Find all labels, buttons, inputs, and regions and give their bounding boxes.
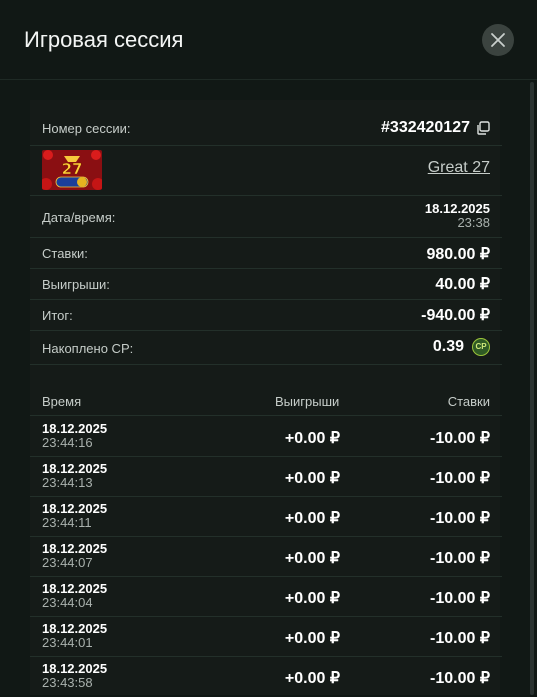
svg-text:27: 27 [62, 160, 83, 178]
table-row: 18.12.2025 23:44:07 +0.00 ₽ -10.00 ₽ [30, 537, 502, 577]
row-win: +0.00 ₽ [284, 550, 340, 567]
game-name-link[interactable]: Great 27 [428, 159, 490, 177]
session-card: Номер сессии: #332420127 27 Great 27 Дат… [30, 100, 502, 697]
cp-value-wrap: 0.39 CP [433, 338, 490, 356]
row-time: 23:44:04 [42, 595, 93, 610]
total-value: -940.00 ₽ [421, 307, 490, 324]
row-bet: -10.00 ₽ [430, 550, 490, 567]
row-date: 18.12.2025 [42, 581, 108, 596]
row-date: 18.12.2025 [42, 461, 108, 476]
row-time: 23:44:07 [42, 555, 93, 570]
session-id-value-wrap: #332420127 [381, 119, 490, 137]
row-bet: -10.00 ₽ [430, 590, 490, 607]
table-row: 18.12.2025 23:43:58 +0.00 ₽ -10.00 ₽ [30, 657, 502, 697]
wins-label: Выигрыши: [42, 277, 110, 292]
close-button[interactable] [482, 24, 514, 56]
row-date: 18.12.2025 [42, 661, 108, 676]
row-win: +0.00 ₽ [284, 590, 340, 607]
table-row: 18.12.2025 23:44:11 +0.00 ₽ -10.00 ₽ [30, 497, 502, 537]
row-time: 23:44:16 [42, 435, 93, 450]
datetime-row: Дата/время: 18.12.2025 23:38 [30, 196, 502, 238]
table-row: 18.12.2025 23:44:01 +0.00 ₽ -10.00 ₽ [30, 617, 502, 657]
row-win: +0.00 ₽ [284, 470, 340, 487]
row-time: 23:44:11 [42, 515, 92, 530]
cp-label: Накоплено CP: [42, 341, 134, 356]
row-time: 23:44:01 [42, 635, 93, 650]
bets-label: Ставки: [42, 246, 88, 261]
column-header-bets: Ставки [447, 394, 490, 409]
table-row: 18.12.2025 23:44:13 +0.00 ₽ -10.00 ₽ [30, 457, 502, 497]
column-header-wins: Выигрыши [275, 394, 340, 409]
transactions-table-header: Время Выигрыши Ставки [30, 392, 502, 416]
row-date: 18.12.2025 [42, 541, 108, 556]
datetime-label: Дата/время: [42, 210, 116, 225]
scrollbar[interactable] [530, 82, 534, 695]
cp-row: Накоплено CP: 0.39 CP [30, 331, 502, 365]
game-logo-image: 27 [42, 150, 102, 190]
row-bet: -10.00 ₽ [430, 630, 490, 647]
modal-header: Игровая сессия [0, 0, 537, 80]
game-row: 27 Great 27 [30, 146, 502, 196]
row-bet: -10.00 ₽ [430, 470, 490, 487]
session-id-row: Номер сессии: #332420127 [30, 100, 502, 146]
row-date: 18.12.2025 [42, 621, 108, 636]
modal-title: Игровая сессия [24, 27, 184, 52]
cp-value: 0.39 [432, 338, 464, 356]
row-date: 18.12.2025 [42, 501, 108, 516]
row-bet: -10.00 ₽ [430, 430, 490, 447]
game-thumbnail[interactable]: 27 [42, 150, 102, 190]
total-row: Итог: -940.00 ₽ [30, 300, 502, 331]
bets-value: 980.00 ₽ [426, 246, 490, 263]
row-date: 18.12.2025 [42, 421, 108, 436]
session-id-label: Номер сессии: [42, 121, 131, 136]
row-time: 23:43:58 [42, 675, 93, 690]
close-icon [491, 33, 505, 47]
row-time: 23:44:13 [42, 475, 93, 490]
row-bet: -10.00 ₽ [430, 510, 490, 527]
total-label: Итог: [42, 308, 73, 323]
row-win: +0.00 ₽ [284, 630, 340, 647]
row-win: +0.00 ₽ [284, 670, 340, 687]
cp-coin-icon: CP [472, 338, 490, 356]
game-session-modal: Игровая сессия Номер сессии: #332420127 [0, 0, 537, 695]
row-win: +0.00 ₽ [284, 430, 340, 447]
session-date: 18.12.2025 [424, 201, 490, 216]
bets-row: Ставки: 980.00 ₽ [30, 238, 502, 269]
wins-row: Выигрыши: 40.00 ₽ [30, 269, 502, 300]
row-bet: -10.00 ₽ [430, 670, 490, 687]
table-row: 18.12.2025 23:44:16 +0.00 ₽ -10.00 ₽ [30, 417, 502, 457]
wins-value: 40.00 ₽ [435, 276, 490, 293]
row-win: +0.00 ₽ [284, 510, 340, 527]
session-id-value: #332420127 [381, 119, 470, 136]
column-header-time: Время [42, 394, 82, 409]
table-row: 18.12.2025 23:44:04 +0.00 ₽ -10.00 ₽ [30, 577, 502, 617]
copy-icon[interactable] [476, 121, 490, 135]
session-time: 23:38 [457, 215, 490, 230]
